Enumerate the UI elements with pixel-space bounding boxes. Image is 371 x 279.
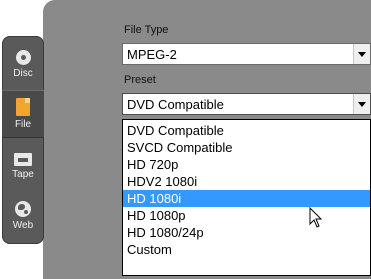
preset-option-highlighted[interactable]: HD 1080i (123, 190, 370, 207)
file-type-dropdown-button[interactable] (353, 44, 370, 64)
web-icon (15, 201, 31, 217)
tape-icon (14, 152, 32, 166)
chevron-down-icon (358, 101, 366, 107)
tab-web[interactable]: Web (2, 192, 44, 240)
preset-select[interactable]: DVD Compatible (122, 93, 371, 115)
mouse-cursor-icon (309, 207, 323, 228)
tab-tape[interactable]: Tape (2, 142, 44, 190)
chevron-down-icon (358, 51, 366, 57)
file-type-label: File Type (124, 24, 169, 36)
tab-web-label: Web (12, 220, 34, 231)
file-icon (16, 98, 30, 116)
preset-option[interactable]: HDV2 1080i (123, 173, 370, 190)
file-type-value: MPEG-2 (127, 46, 177, 62)
preset-value: DVD Compatible (127, 96, 224, 112)
disc-icon (15, 49, 31, 65)
output-type-tabstrip: Disc File Tape Web (2, 36, 44, 244)
tab-disc-label: Disc (13, 67, 33, 79)
preset-option[interactable]: HD 720p (123, 156, 370, 173)
tab-disc[interactable]: Disc (2, 40, 44, 88)
tab-file[interactable]: File (2, 90, 44, 138)
preset-option[interactable]: HD 1080p (123, 207, 370, 224)
export-panel: Disc File Tape Web File Type MPEG-2 Pres… (0, 0, 371, 279)
file-type-select[interactable]: MPEG-2 (122, 43, 371, 65)
tab-tape-label: Tape (12, 168, 34, 180)
preset-dropdown-button[interactable] (353, 94, 370, 114)
tab-file-label: File (14, 119, 32, 130)
preset-option[interactable]: Custom (123, 241, 370, 258)
preset-label: Preset (124, 74, 156, 86)
preset-dropdown-list: DVD Compatible SVCD Compatible HD 720p H… (122, 119, 371, 276)
preset-option[interactable]: DVD Compatible (123, 122, 370, 139)
preset-option[interactable]: HD 1080/24p (123, 224, 370, 241)
preset-option[interactable]: SVCD Compatible (123, 139, 370, 156)
